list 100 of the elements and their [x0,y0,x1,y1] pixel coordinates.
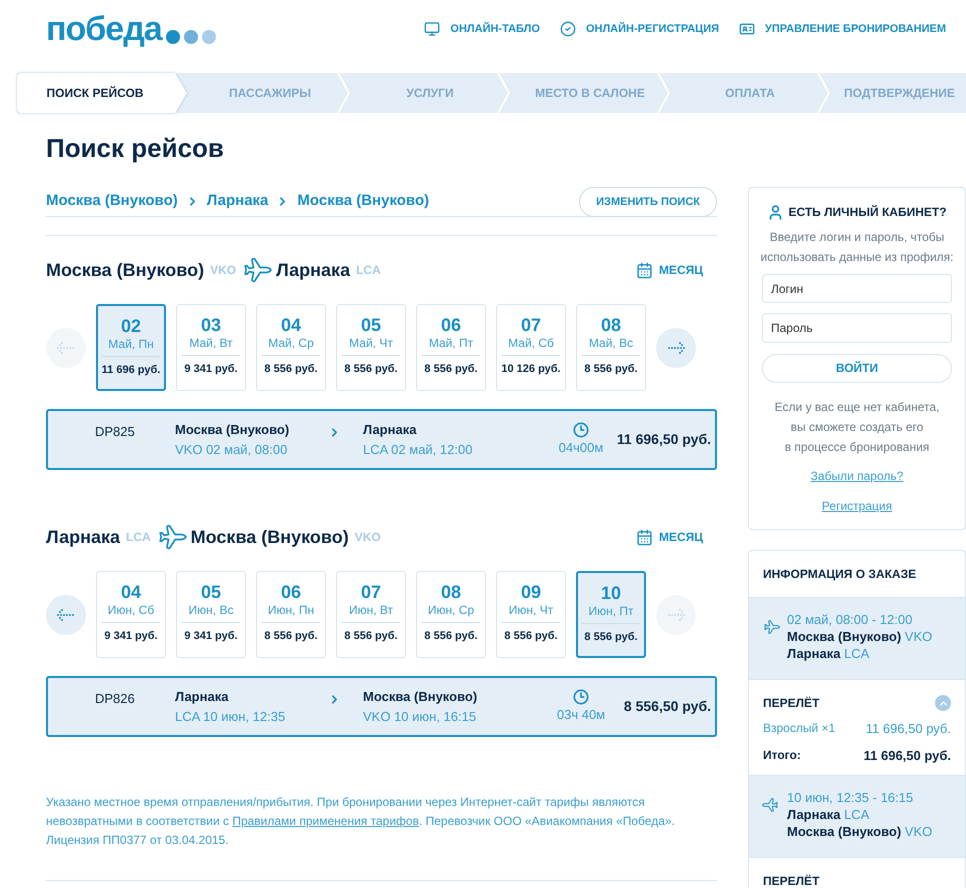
date-day: 02 [120,316,142,336]
date-price: 9 341 руб. [104,629,158,643]
departure-city: Ларнака [46,526,120,549]
logo[interactable]: победа [46,12,162,46]
segment-departure: Ларнака LCA [787,806,870,823]
step-tab[interactable]: ПОИСК РЕЙСОВ [17,73,187,113]
step-separator-icon [497,73,511,113]
check-circle-icon [560,21,576,37]
nav-link[interactable]: ОНЛАЙН-РЕГИСТРАЦИЯ [560,20,720,38]
arrival-city: Москва (Внуково) [190,526,349,549]
date-price: 11 696 руб. [102,363,160,377]
date-card[interactable]: 06 Июн, Пн 8 556 руб. [256,571,326,658]
date-price: 8 556 руб. [344,362,398,376]
date-day: 05 [200,582,222,602]
flight-number: DP825 [95,423,136,441]
previous-dates-button[interactable] [46,594,86,634]
date-price: 9 341 руб. [184,629,238,643]
date-card[interactable]: 05 Май, Чт 8 556 руб. [336,304,406,391]
departure-city: Москва (Внуково) [46,258,204,282]
fare-title: ПЕРЕЛЁТ [763,873,820,888]
date-price: 8 556 руб. [504,629,558,643]
login-title: ЕСТЬ ЛИЧНЫЙ КАБИНЕТ? [788,204,947,221]
date-price: 8 556 руб. [424,629,478,643]
date-card[interactable]: 03 Май, Вт 9 341 руб. [176,304,246,391]
date-day: 08 [600,315,622,335]
page-title: Поиск рейсов [46,133,225,163]
signup-info-text: вы сможете создать его [790,418,924,436]
date-card[interactable]: 08 Май, Вс 8 556 руб. [576,304,646,391]
date-card[interactable]: 08 Июн, Ср 8 556 руб. [416,571,486,658]
arrival-city: Ларнака [363,421,418,439]
date-price: 8 556 руб. [584,630,638,644]
card-icon [739,21,756,37]
date-day: 03 [200,315,222,335]
segment-arrival: Москва (Внуково) VKO [787,823,932,840]
date-weekday: Июн, Чт [508,602,554,618]
date-card[interactable]: 05 Июн, Вс 9 341 руб. [176,571,246,658]
date-price: 10 126 руб. [501,362,561,376]
change-search-button[interactable]: ИЗМЕНИТЬ ПОИСК [579,187,717,217]
arrival-city: Ларнака [276,258,350,282]
signup-info-text: Если у вас еще нет кабинета, [774,398,940,416]
date-day: 04 [280,315,302,335]
dotted-left-arrow-icon [55,608,77,622]
date-card[interactable]: 06 Май, Пт 8 556 руб. [416,304,486,391]
date-card[interactable]: 04 Июн, Сб 9 341 руб. [96,571,166,658]
total-value: 11 696,50 руб. [864,746,951,765]
collapse-toggle[interactable] [935,695,951,711]
departure-city: Ларнака [175,688,230,706]
flight-duration: 03ч 40м [556,706,606,724]
calendar-icon [636,262,653,278]
disclaimer-text: Указано местное время отправления/прибытия. При бронировании через Интернет-сайт тарифы являются невозвратными в соответствии с Правилами применения тарифов. Перевозчик ООО «Авиакомпания «Победа». Лицензия ПП0377 от 03.04.2015. [46,794,676,849]
airport-code: VKO [210,262,236,279]
date-card[interactable]: 02 Май, Пн 11 696 руб. [96,304,166,391]
step-separator-icon [657,73,671,113]
dotted-left-arrow-icon [55,340,77,354]
nav-link[interactable]: УПРАВЛЕНИЕ БРОНИРОВАНИЕМ [739,20,946,38]
date-weekday: Июн, Пн [268,602,314,618]
departure-city: Москва (Внуково) [175,421,290,439]
flight-price: 8 556,50 руб. [624,697,711,716]
date-weekday: Июн, Ср [428,602,474,618]
date-price: 8 556 руб. [344,629,398,643]
date-weekday: Май, Сб [508,335,554,351]
month-button[interactable]: МЕСЯЦ [636,528,703,546]
date-price: 8 556 руб. [424,362,478,376]
date-day: 04 [120,582,142,602]
next-dates-button[interactable] [656,328,696,368]
segment-time: 10 июн, 12:35 - 16:15 [787,789,914,806]
airport-code: VKO [354,529,381,546]
flight-number: DP826 [95,690,136,708]
calendar-icon [636,528,653,546]
flight-row[interactable]: DP826 Ларнака LCA 10 июн, 12:35 Москва (Внуково) VKO 10 июн, 16:15 03ч 40м 8 556,50 руб. [46,676,717,737]
date-weekday: Май, Пн [108,336,154,352]
date-card[interactable]: 07 Июн, Вт 8 556 руб. [336,571,406,658]
arrival-time: LCA 02 май, 12:00 [363,440,474,458]
date-weekday: Май, Ср [268,335,314,351]
date-weekday: Июн, Сб [108,602,154,618]
total-label: Итого: [763,746,801,764]
date-card[interactable]: 07 Май, Сб 10 126 руб. [496,304,566,391]
password-field[interactable]: Пароль [762,313,952,343]
login-field[interactable]: Логин [762,274,952,304]
clock-icon [573,422,589,438]
date-card[interactable]: 04 Май, Ср 8 556 руб. [256,304,326,391]
date-weekday: Июн, Пт [588,603,634,619]
segment-arrival: Ларнака LCA [787,645,870,662]
flight-row[interactable]: DP825 Москва (Внуково) VKO 02 май, 08:00 Ларнака LCA 02 май, 12:00 04ч00м 11 696,50 руб. [46,409,717,470]
month-button[interactable]: МЕСЯЦ [636,261,703,279]
signup-info-text: в процессе бронирования [784,438,930,456]
login-button[interactable]: ВОЙТИ [762,354,952,383]
logo-dots-icon [164,29,219,45]
fare-value: 11 696,50 руб. [866,720,951,738]
date-weekday: Май, Чт [349,335,393,351]
nav-link[interactable]: ОНЛАЙН-ТАБЛО [424,20,540,38]
date-card[interactable]: 10 Июн, Пт 8 556 руб. [576,571,646,658]
date-card[interactable]: 09 Июн, Чт 8 556 руб. [496,571,566,658]
departure-time: VKO 02 май, 08:00 [175,440,288,458]
user-icon [767,204,784,220]
airport-code: LCA [356,262,381,279]
date-weekday: Июн, Вт [348,602,394,618]
route-city: Ларнака [206,191,268,211]
monitor-icon [424,21,440,37]
date-day: 05 [360,315,382,335]
